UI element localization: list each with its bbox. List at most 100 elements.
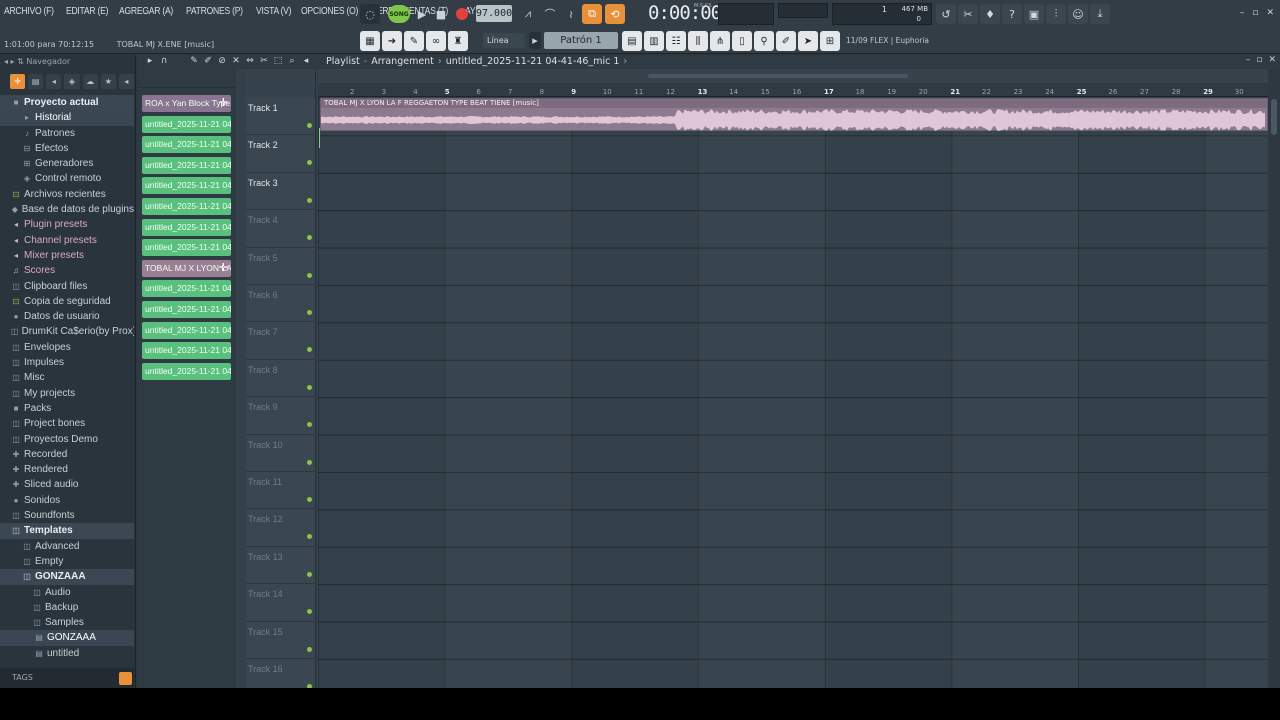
browser-item[interactable]: ◂ Channel presets <box>0 233 134 248</box>
browser-cloud-icon[interactable]: ☁ <box>82 74 98 89</box>
track-header[interactable]: Track 16 <box>246 659 316 688</box>
plug-icon[interactable]: ⚲ <box>754 31 774 51</box>
maximize-icon[interactable]: ▫ <box>1256 55 1262 65</box>
mute-tool-icon[interactable]: ✕ <box>230 56 242 66</box>
delete-tool-icon[interactable]: ⊘ <box>216 56 228 66</box>
browser-star-icon[interactable]: ★ <box>100 74 116 89</box>
browser-item[interactable]: ◈ Control remoto <box>0 171 134 186</box>
menu-item[interactable]: OPCIONES (O) <box>301 6 358 22</box>
close-icon[interactable]: ✕ <box>1266 8 1274 18</box>
audio-clip[interactable]: TOBAL MJ X LYON LA F REGGAETON TYPE BEAT… <box>320 98 1268 131</box>
track-mute-led[interactable] <box>307 422 312 428</box>
mic-icon[interactable]: ♦ <box>980 4 1000 24</box>
clip-add-icon[interactable]: ✛ <box>219 95 228 112</box>
picker-clip[interactable]: untitled_2025-11-21 04-... <box>142 156 231 174</box>
stop-button[interactable]: ■ <box>431 4 451 24</box>
browser-item[interactable]: ⊞ Generadores <box>0 156 134 171</box>
browser-item[interactable]: ◫ DrumKit Ca$erio(by Prox) <box>0 324 134 339</box>
browser-icon[interactable]: ⋔ <box>710 31 730 51</box>
menu-item[interactable]: VISTA (V) <box>256 6 292 22</box>
picker-clip[interactable]: untitled_2025-11-21 04-... <box>142 280 231 298</box>
track-mute-led[interactable] <box>307 646 312 652</box>
close-icon[interactable]: ✕ <box>1268 55 1276 65</box>
browser-item[interactable]: ▸ Historial <box>0 110 134 126</box>
mixer-view-icon[interactable]: ⫼ <box>688 31 708 51</box>
pencil-icon[interactable]: ✎ <box>404 31 424 51</box>
paint-tool-icon[interactable]: ✐ <box>202 56 214 66</box>
keyboard-icon[interactable]: ▦ <box>360 31 380 51</box>
countdown-icon[interactable]: ≀ <box>561 4 581 24</box>
slip-tool-icon[interactable]: ⇔ <box>244 56 256 66</box>
send-icon[interactable]: ➤ <box>798 31 818 51</box>
picker-clip[interactable]: ROA x Yan Block Type... ✛ <box>142 95 231 112</box>
save-icon[interactable]: ▣ <box>1024 4 1044 24</box>
picker-clip[interactable]: untitled_2025-11-21 04-... <box>142 136 231 154</box>
track-mute-led[interactable] <box>307 235 312 241</box>
record-button[interactable] <box>452 4 472 24</box>
arrow-icon[interactable]: ➜ <box>382 31 402 51</box>
mixer-icon[interactable]: ⫶ <box>1046 4 1066 24</box>
slice-tool-icon[interactable]: ✂ <box>258 56 270 66</box>
download-icon[interactable]: ⤓ <box>1090 4 1110 24</box>
browser-item[interactable]: ◫ Backup <box>0 600 134 615</box>
vertical-scroll-thumb[interactable] <box>1271 99 1277 135</box>
plugin-news[interactable]: 11/09 FLEX | Euphoria <box>846 36 929 45</box>
menu-item[interactable]: EDITAR (E) <box>66 6 108 22</box>
track-header[interactable]: Track 15 <box>246 622 316 659</box>
browser-more-icon[interactable]: ◂ <box>118 74 134 89</box>
playlist-menu-icon[interactable]: ▸ <box>144 56 156 66</box>
track-mute-led[interactable] <box>307 272 312 278</box>
track-header[interactable]: Track 8 <box>246 360 316 398</box>
browser-item[interactable]: ⊟ Efectos <box>0 141 134 156</box>
track-header[interactable]: Track 7 <box>246 322 316 360</box>
tags-search-icon[interactable] <box>119 672 132 685</box>
browser-item[interactable]: ◫ Clipboard files <box>0 279 134 294</box>
picker-clip[interactable]: untitled_2025-11-21 04-... <box>142 321 231 339</box>
track-header[interactable]: Track 6 <box>246 285 316 323</box>
browser-files-icon[interactable]: ▤ <box>28 74 44 89</box>
track-header[interactable]: Track 9 <box>246 397 316 435</box>
tempo-display[interactable]: 97.000 <box>476 5 512 22</box>
minimize-icon[interactable]: – <box>1246 55 1251 65</box>
timeline-ruler[interactable]: 2 3 4 5 6 7 8 9 10 11 12 13 14 15 16 17 18 19 20 21 22 23 24 25… <box>318 83 1268 97</box>
picker-clip[interactable]: TOBAL MJ X LYON LA... ✛ <box>142 259 231 277</box>
stamp-icon[interactable]: ♜ <box>448 31 468 51</box>
browser-item[interactable]: ◫ Envelopes <box>0 340 134 355</box>
browser-item[interactable]: ◫ GONZAAA <box>0 569 134 585</box>
picker-clip[interactable]: untitled_2025-11-21 04-... <box>142 342 231 360</box>
picker-clip[interactable]: untitled_2025-11-21 04-... <box>142 362 231 380</box>
metronome-icon[interactable]: ⩘ <box>518 4 538 24</box>
browser-item[interactable]: ◫ Misc <box>0 370 134 385</box>
vertical-scroll[interactable] <box>1268 69 1280 688</box>
track-header[interactable]: Track 5 <box>246 248 316 285</box>
browser-item[interactable]: ◫ Audio <box>0 585 134 600</box>
file-icon[interactable]: ▯ <box>732 31 752 51</box>
browser-item[interactable]: ◫ Project bones <box>0 416 134 431</box>
browser-item[interactable]: ◫ Advanced <box>0 539 134 554</box>
track-mute-led[interactable] <box>307 497 312 502</box>
track-mute-led[interactable] <box>307 123 312 128</box>
clip-add-icon[interactable]: ✛ <box>219 260 228 277</box>
blend-notes-button[interactable]: ⟲ <box>605 4 625 24</box>
menu-item[interactable]: ARCHIVO (F) <box>4 6 54 22</box>
browser-back-icon[interactable]: ◂ <box>46 74 62 89</box>
track-mute-led[interactable] <box>307 384 312 390</box>
browser-all-icon[interactable]: ✛ <box>10 74 26 89</box>
browser-item[interactable]: ◂ Plugin presets <box>0 217 134 232</box>
scroll-thumb[interactable] <box>648 74 908 78</box>
horizontal-scroll[interactable] <box>318 69 1268 83</box>
track-mute-led[interactable] <box>307 684 312 688</box>
browser-item[interactable]: ✚ Recorded <box>0 447 134 462</box>
metronome-dial-icon[interactable]: ◌ <box>360 4 380 24</box>
step-edit-button[interactable]: ⧉ <box>582 4 602 24</box>
piano-roll-icon[interactable]: ☷ <box>666 31 686 51</box>
track-header[interactable]: Track 14 <box>246 584 316 622</box>
playlist-pattern-text[interactable]: untitled_2025-11-21 04-41-46_mic 1 <box>446 56 620 67</box>
browser-item[interactable]: ◆ Base de datos de plugins <box>0 202 134 217</box>
picker-clip[interactable]: untitled_2025-11-21 04-... <box>142 301 231 318</box>
track-mute-led[interactable] <box>307 609 312 615</box>
track-header[interactable]: Track 4 <box>246 210 316 248</box>
undo-icon[interactable]: ↺ <box>936 4 956 24</box>
browser-item[interactable]: ◫ Templates <box>0 523 134 539</box>
browser-item[interactable]: ◂ Mixer presets <box>0 248 134 263</box>
